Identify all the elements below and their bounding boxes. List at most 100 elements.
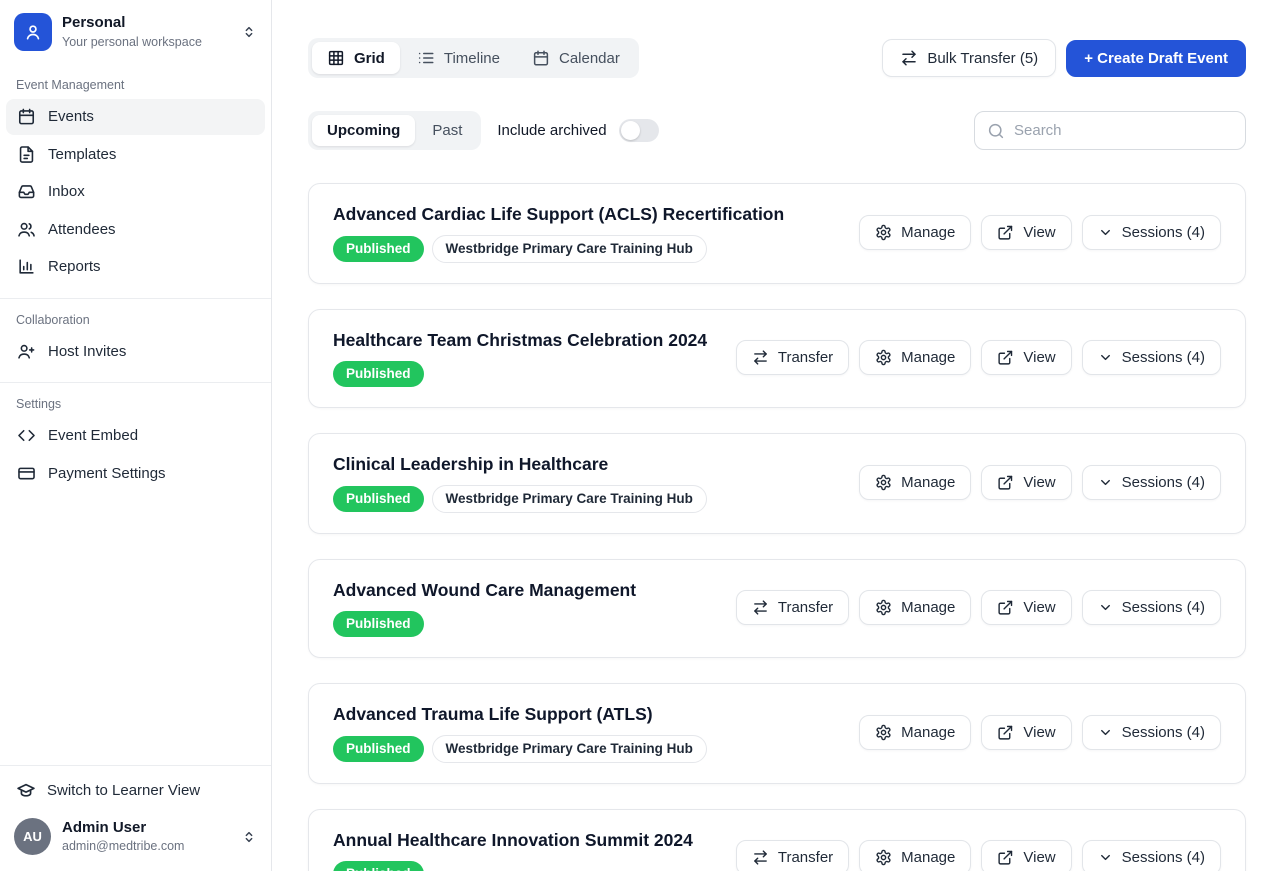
tab-grid[interactable]: Grid <box>312 42 400 74</box>
main-content: Grid Timeline Calendar Bulk Transfer <box>272 0 1280 871</box>
chevrons-up-down-icon <box>241 829 257 845</box>
bulk-transfer-label: Bulk Transfer (5) <box>927 50 1038 67</box>
view-button[interactable]: View <box>981 840 1071 871</box>
event-card: Advanced Cardiac Life Support (ACLS) Rec… <box>308 183 1246 284</box>
user-plus-icon <box>17 342 36 361</box>
workspace-description: Your personal workspace <box>62 34 231 50</box>
bulk-transfer-button[interactable]: Bulk Transfer (5) <box>882 39 1056 77</box>
gear-icon <box>875 474 892 491</box>
view-button[interactable]: View <box>981 590 1071 625</box>
section-label-event-management: Event Management <box>0 78 271 92</box>
tab-upcoming[interactable]: Upcoming <box>312 115 415 146</box>
tab-calendar[interactable]: Calendar <box>517 42 635 74</box>
graduation-cap-icon <box>16 780 36 800</box>
sessions-button[interactable]: Sessions (4) <box>1082 340 1221 375</box>
event-card: Advanced Wound Care Management Published… <box>308 559 1246 658</box>
sidebar-item-label: Host Invites <box>48 342 126 362</box>
sidebar-item-host-invites[interactable]: Host Invites <box>6 334 265 370</box>
transfer-icon <box>752 849 769 866</box>
sessions-button[interactable]: Sessions (4) <box>1082 215 1221 250</box>
sidebar-item-inbox[interactable]: Inbox <box>6 174 265 210</box>
external-link-icon <box>997 349 1014 366</box>
manage-button[interactable]: Manage <box>859 340 971 375</box>
sidebar-item-label: Event Embed <box>48 426 138 446</box>
view-button[interactable]: View <box>981 715 1071 750</box>
transfer-button[interactable]: Transfer <box>736 340 849 375</box>
user-email: admin@medtribe.com <box>62 838 230 854</box>
status-badge: Published <box>333 611 424 637</box>
transfer-icon <box>752 599 769 616</box>
chevron-down-icon <box>1098 725 1113 740</box>
event-list: Advanced Cardiac Life Support (ACLS) Rec… <box>308 183 1246 871</box>
sessions-button[interactable]: Sessions (4) <box>1082 715 1221 750</box>
workspace-switcher[interactable]: Personal Your personal workspace <box>0 0 271 64</box>
external-link-icon <box>997 474 1014 491</box>
org-badge: Westbridge Primary Care Training Hub <box>432 485 707 513</box>
view-button[interactable]: View <box>981 465 1071 500</box>
tab-timeline[interactable]: Timeline <box>402 42 515 74</box>
transfer-button[interactable]: Transfer <box>736 840 849 871</box>
transfer-icon <box>900 49 918 67</box>
gear-icon <box>875 599 892 616</box>
inbox-icon <box>17 182 36 201</box>
include-archived-label: Include archived <box>497 122 606 139</box>
event-title: Advanced Cardiac Life Support (ACLS) Rec… <box>333 203 784 226</box>
chevron-down-icon <box>1098 600 1113 615</box>
sidebar-item-label: Events <box>48 107 94 127</box>
workspace-name: Personal <box>62 14 231 33</box>
view-button[interactable]: View <box>981 215 1071 250</box>
external-link-icon <box>997 599 1014 616</box>
chevron-down-icon <box>1098 475 1113 490</box>
create-draft-event-button[interactable]: + Create Draft Event <box>1066 40 1246 77</box>
file-icon <box>17 145 36 164</box>
manage-button[interactable]: Manage <box>859 465 971 500</box>
sessions-button[interactable]: Sessions (4) <box>1082 840 1221 871</box>
sidebar-item-payment-settings[interactable]: Payment Settings <box>6 456 265 492</box>
view-button[interactable]: View <box>981 340 1071 375</box>
status-badge: Published <box>333 361 424 387</box>
transfer-icon <box>752 349 769 366</box>
manage-button[interactable]: Manage <box>859 715 971 750</box>
event-card: Advanced Trauma Life Support (ATLS) Publ… <box>308 683 1246 784</box>
tab-label: Grid <box>354 50 385 67</box>
tab-past[interactable]: Past <box>417 115 477 146</box>
chevrons-up-down-icon <box>241 24 257 40</box>
event-title: Clinical Leadership in Healthcare <box>333 453 707 476</box>
tab-label: Past <box>432 122 462 139</box>
sidebar-item-attendees[interactable]: Attendees <box>6 212 265 248</box>
view-tab-group: Grid Timeline Calendar <box>308 38 639 78</box>
event-card: Healthcare Team Christmas Celebration 20… <box>308 309 1246 408</box>
sidebar-item-label: Attendees <box>48 220 116 240</box>
status-badge: Published <box>333 861 424 871</box>
sidebar-item-templates[interactable]: Templates <box>6 137 265 173</box>
gear-icon <box>875 724 892 741</box>
sidebar-item-label: Templates <box>48 145 116 165</box>
transfer-button[interactable]: Transfer <box>736 590 849 625</box>
sessions-button[interactable]: Sessions (4) <box>1082 590 1221 625</box>
manage-button[interactable]: Manage <box>859 840 971 871</box>
search-icon <box>987 122 1005 140</box>
switch-to-learner-view[interactable]: Switch to Learner View <box>0 766 271 806</box>
avatar: AU <box>14 818 51 855</box>
user-menu[interactable]: AU Admin User admin@medtribe.com <box>0 806 271 871</box>
sessions-button[interactable]: Sessions (4) <box>1082 465 1221 500</box>
event-card: Annual Healthcare Innovation Summit 2024… <box>308 809 1246 871</box>
sidebar-item-label: Inbox <box>48 182 85 202</box>
toggle-knob <box>621 121 640 140</box>
gear-icon <box>875 224 892 241</box>
event-title: Advanced Trauma Life Support (ATLS) <box>333 703 707 726</box>
search-input[interactable] <box>1014 122 1233 139</box>
org-badge: Westbridge Primary Care Training Hub <box>432 235 707 263</box>
manage-button[interactable]: Manage <box>859 590 971 625</box>
calendar-icon <box>17 107 36 126</box>
grid-icon <box>327 49 345 67</box>
filter-row: Upcoming Past Include archived <box>308 111 1246 150</box>
chevron-down-icon <box>1098 850 1113 865</box>
include-archived-toggle[interactable] <box>619 119 659 142</box>
manage-button[interactable]: Manage <box>859 215 971 250</box>
sidebar-item-event-embed[interactable]: Event Embed <box>6 418 265 454</box>
sidebar-item-reports[interactable]: Reports <box>6 249 265 285</box>
sidebar-item-events[interactable]: Events <box>6 99 265 135</box>
status-badge: Published <box>333 736 424 762</box>
event-title: Annual Healthcare Innovation Summit 2024 <box>333 829 693 852</box>
